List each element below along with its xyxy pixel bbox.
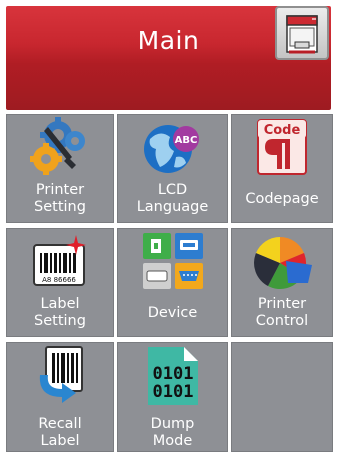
tile-label: Setting [34,199,86,215]
tile-label: Printer [35,182,85,198]
barcode-label-icon: A8 86666 [33,235,86,286]
tile-label: Device [147,305,198,321]
tile-printer-control[interactable]: Printer Control [231,228,333,337]
recall-label-icon [39,346,83,403]
codepage-icon: Code [257,119,307,175]
binary-text: 0101 [152,364,193,384]
tile-dump-mode[interactable]: 0101 0101 Dump Mode [117,342,228,452]
tile-codepage[interactable]: Code Codepage [231,114,333,223]
tile-label: Printer [257,296,307,312]
tile-printer-setting[interactable]: Printer Setting [6,114,114,223]
abc-badge: ABC [174,135,197,146]
tile-label: Recall [38,416,82,432]
tile-label: Mode [152,433,193,449]
tile-label-setting[interactable]: A8 86666 Label Setting [6,228,114,337]
menu-grid: Printer Setting ABC LCD Language Code Co… [5,112,333,452]
tile-label: Language [136,199,209,215]
tile-label: Dump [150,416,195,432]
header-bar: Main [6,6,331,110]
gears-icon [30,117,85,175]
tile-label: LCD [157,182,188,198]
tile-label: Codepage [245,191,319,207]
tile-label: Label [40,296,80,312]
tile-device[interactable]: Device [117,228,228,337]
dump-mode-icon: 0101 0101 [147,347,198,405]
binary-text: 0101 [152,382,193,402]
tile-lcd-language[interactable]: ABC LCD Language [117,114,228,223]
printer-button[interactable] [275,6,329,60]
device-ports-icon [142,233,203,289]
tile-recall-label[interactable]: Recall Label [6,342,114,452]
tile-empty [231,342,333,452]
tile-label: Label [40,433,80,449]
tile-label: Setting [34,313,86,329]
printer-icon [286,15,318,54]
barcode-text: A8 86666 [42,276,76,284]
pie-chart-icon [254,237,312,289]
globe-abc-icon: ABC [143,125,199,173]
code-badge: Code [264,123,301,138]
tile-label: Control [255,313,309,329]
